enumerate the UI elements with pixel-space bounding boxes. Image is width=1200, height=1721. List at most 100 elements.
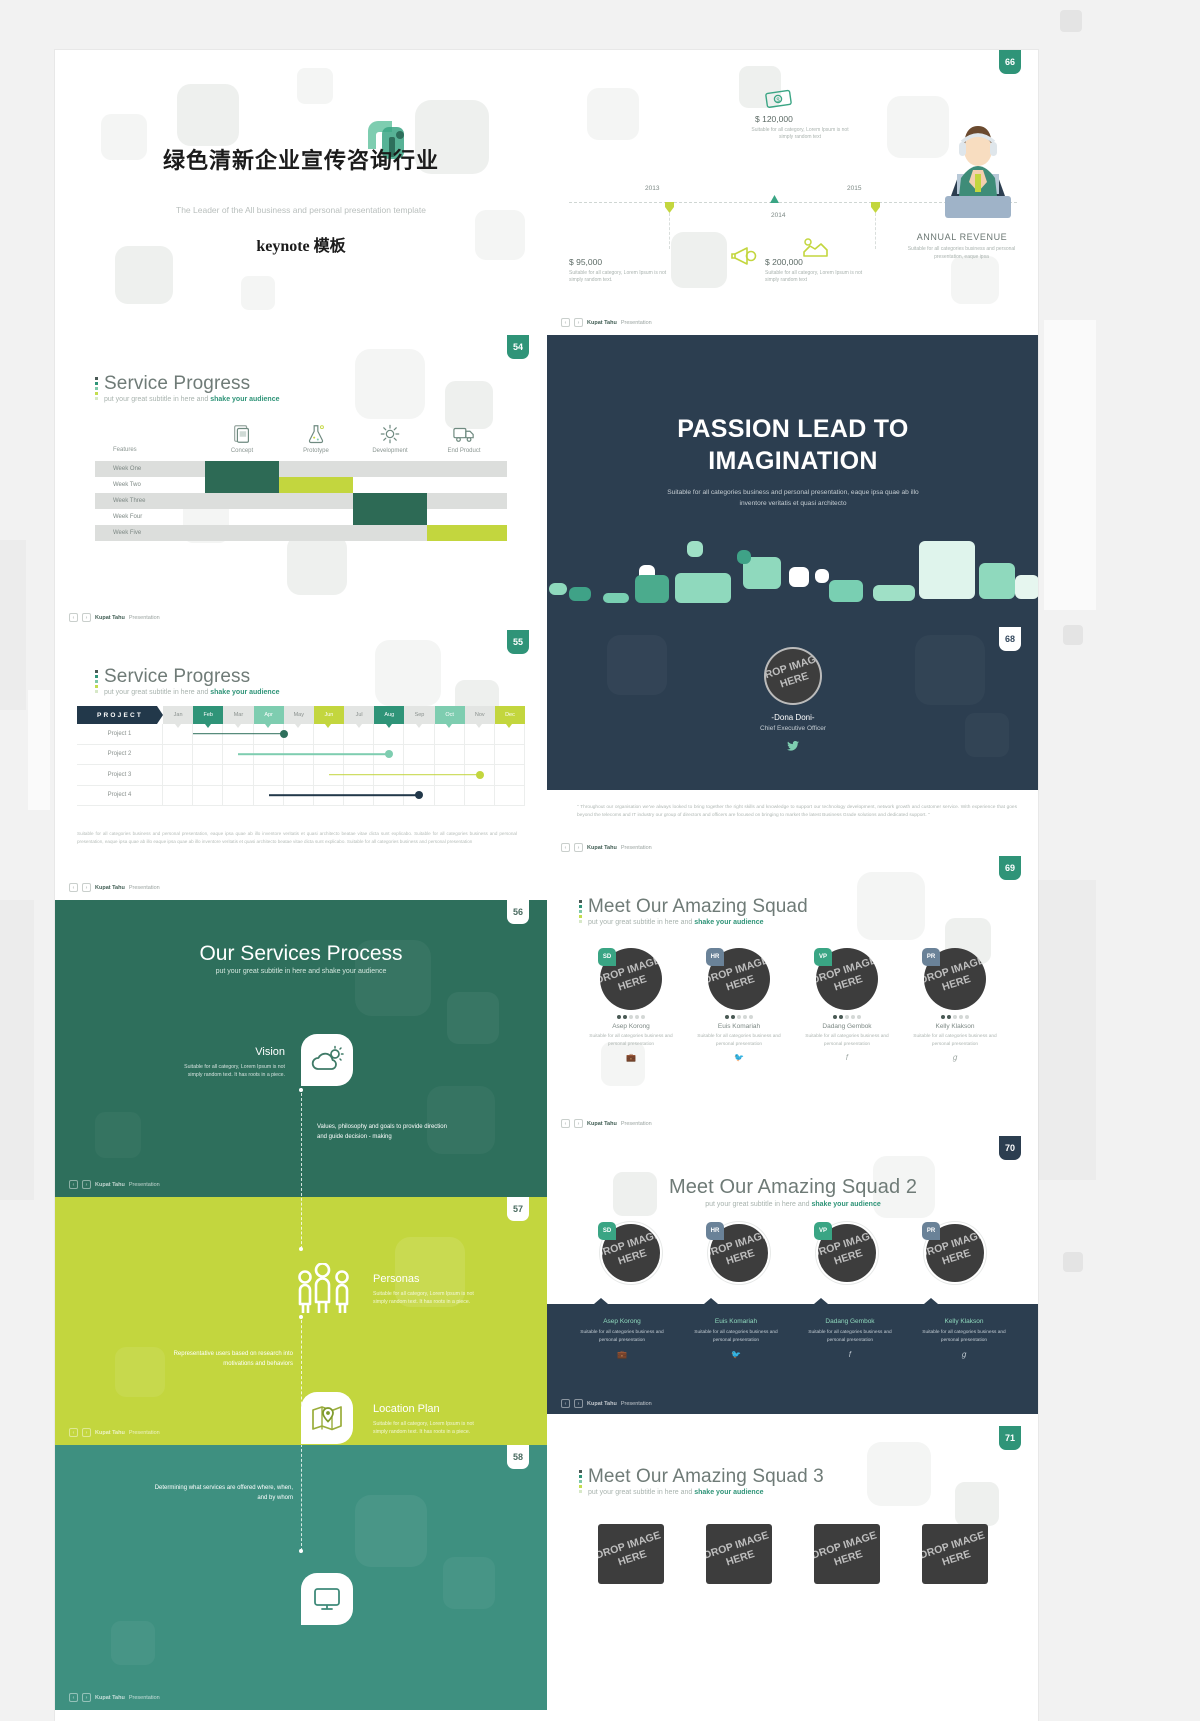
slide-footer[interactable]: ‹ › Kupat Tahu Presentation [69,613,160,622]
list-item[interactable]: DROP IMAGE HERE PR Kelly Klakson Suitabl… [901,948,1009,1063]
gantt-row: Project 4 [77,785,526,806]
next-slide-button[interactable]: › [82,1180,91,1189]
next-slide-button[interactable]: › [82,1428,91,1437]
twitter-icon[interactable]: 🐦 [679,1350,793,1359]
timeline-drop-2015 [875,213,876,249]
slide-passion-quote[interactable]: 68 PASSION LEAD TO IMAGINATION Suitable … [547,335,1038,790]
gantt-month: Aug [374,706,405,728]
prev-slide-button[interactable]: ‹ [561,1399,570,1408]
list-item[interactable]: DROP IMAGE HERE [685,1524,793,1584]
map-pin-icon [312,1406,342,1431]
footer-brand: Kupat Tahu [587,1400,617,1407]
squad-grid: DROP IMAGE HERE DROP IMAGE HERE DROP IMA… [577,1524,1009,1584]
list-item[interactable]: DROP IMAGE HERE VP [793,1222,901,1284]
slide-process-personas[interactable]: 57 Personas Suitable for all category, L… [55,1197,547,1445]
bg-deco-6 [1036,880,1096,1180]
list-item[interactable]: DROP IMAGE HERE VP Dadang Gembok Suitabl… [793,948,901,1063]
bg-deco-7 [0,540,26,710]
prev-slide-button[interactable]: ‹ [69,883,78,892]
avatar-placeholder-text: DROP IMAGE HERE [598,1531,663,1569]
next-slide-button[interactable]: › [82,613,91,622]
slide-footer[interactable]: ‹ › Kupat Tahu Presentation [69,1180,160,1189]
list-item[interactable]: DROP IMAGE HERE [901,1524,1009,1584]
google-plus-icon[interactable]: 𝑔 [907,1350,1021,1360]
passion-title-line1: PASSION LEAD TO [677,415,909,443]
squad2-heading: Meet Our Amazing Squad 2 put your great … [547,1176,1038,1208]
gantt-bar-concept [205,461,279,493]
twitter-icon[interactable]: 🐦 [685,1053,793,1062]
process-connector-dot [299,1315,303,1319]
timeline-amount-2015: $ 200,000 [765,257,803,267]
bg-deco-1 [1060,10,1082,32]
slide-footer[interactable]: ‹ › Kupat Tahu Presentation [69,883,160,892]
facebook-icon[interactable]: 𝑓 [793,1053,901,1063]
gantt-row-label: Project 1 [77,724,163,744]
subtitle-plain: put your great subtitle in here and [588,1489,695,1496]
footer-brand: Kupat Tahu [95,614,125,621]
process-connector-dot [299,1549,303,1553]
subtitle-bold: shake your audience [694,1489,764,1496]
prev-slide-button[interactable]: ‹ [69,613,78,622]
linkedin-icon[interactable]: 💼 [565,1350,679,1359]
next-slide-button[interactable]: › [82,883,91,892]
google-plus-icon[interactable]: 𝑔 [901,1053,1009,1063]
subtitle-bold: shake your audience [694,919,764,926]
gantt-bar [193,732,284,735]
slide-footer[interactable]: ‹ › Kupat Tahu Presentation [69,1428,160,1437]
prev-slide-button[interactable]: ‹ [561,843,570,852]
prev-slide-button[interactable]: ‹ [69,1693,78,1702]
prev-slide-button[interactable]: ‹ [69,1180,78,1189]
slide-annual-revenue-timeline[interactable]: 66 $ $ 120,000 Suitable for all category… [547,50,1038,335]
svg-text:$: $ [776,98,780,104]
slide-number-badge: 58 [507,1445,529,1469]
slide-squad-1[interactable]: 69 Meet Our Amazing Squad put your great… [547,856,1038,1136]
handshake-icon [799,236,829,262]
gantt-row-track [163,744,526,764]
status-badge: HR [706,948,724,966]
facebook-icon[interactable]: 𝑓 [793,1350,907,1360]
slide-footer[interactable]: ‹ › Kupat Tahu Presentation [561,318,652,327]
step-title: Vision [255,1046,285,1058]
slide-process-vision[interactable]: 56 Our Services Process put your great s… [55,900,547,1197]
slide-footer[interactable]: ‹ › Kupat Tahu Presentation [561,843,652,852]
prev-slide-button[interactable]: ‹ [561,1119,570,1128]
heading-dots-icon [579,1466,582,1493]
next-slide-button[interactable]: › [574,1399,583,1408]
list-item[interactable]: DROP IMAGE HERE [793,1524,901,1584]
status-badge: HR [706,1222,724,1240]
timeline-year: 2015 [847,185,862,192]
member-name: Kelly Klakson [935,1023,975,1030]
slide-squad-3[interactable]: 71 Meet Our Amazing Squad 3 put your gre… [547,1426,1038,1672]
next-slide-button[interactable]: › [574,1119,583,1128]
slide-footer[interactable]: ‹ › Kupat Tahu Presentation [561,1119,652,1128]
next-slide-button[interactable]: › [82,1693,91,1702]
next-slide-button[interactable]: › [574,318,583,327]
list-item[interactable]: DROP IMAGE HERE HR [685,1222,793,1284]
avatar-placeholder-text: DROP IMAGE HERE [706,1531,771,1569]
footer-suffix: Presentation [620,1400,652,1407]
twitter-bird-icon[interactable] [787,741,799,751]
prev-slide-button[interactable]: ‹ [561,318,570,327]
gantt-month: Nov [464,706,495,728]
member-desc: Suitable for all categories business and… [589,1034,673,1047]
process-connector-dot [299,1247,303,1251]
gantt-month: Mar [223,706,254,728]
slide-squad-2[interactable]: 70 Meet Our Amazing Squad 2 put your gre… [547,1136,1038,1426]
list-item[interactable]: DROP IMAGE HERE SD Asep Korong Suitable … [577,948,685,1063]
list-item[interactable]: DROP IMAGE HERE SD [577,1222,685,1284]
linkedin-icon[interactable]: 💼 [577,1053,685,1062]
next-slide-button[interactable]: › [574,843,583,852]
slide-footer[interactable]: ‹ › Kupat Tahu Presentation [69,1693,160,1702]
prev-slide-button[interactable]: ‹ [69,1428,78,1437]
slide-cover[interactable]: 绿色清新企业宣传咨询行业 The Leader of the All busin… [55,50,547,335]
subtitle-plain: put your great subtitle in here and [705,1201,812,1208]
slide-service-progress-table[interactable]: 54 Service Progress put your great subti… [55,335,547,630]
footer-brand: Kupat Tahu [95,884,125,891]
list-item: Dadang Gembok Suitable for all categorie… [793,1318,907,1360]
list-item[interactable]: DROP IMAGE HERE PR [901,1222,1009,1284]
slide-process-location[interactable]: 58 Determining what services are offered… [55,1445,547,1710]
list-item[interactable]: DROP IMAGE HERE HR Euis Komariah Suitabl… [685,948,793,1063]
slide-project-gantt[interactable]: 55 Service Progress put your great subti… [55,630,547,900]
list-item[interactable]: DROP IMAGE HERE [577,1524,685,1584]
slide-footer[interactable]: ‹ › Kupat Tahu Presentation [561,1399,652,1408]
